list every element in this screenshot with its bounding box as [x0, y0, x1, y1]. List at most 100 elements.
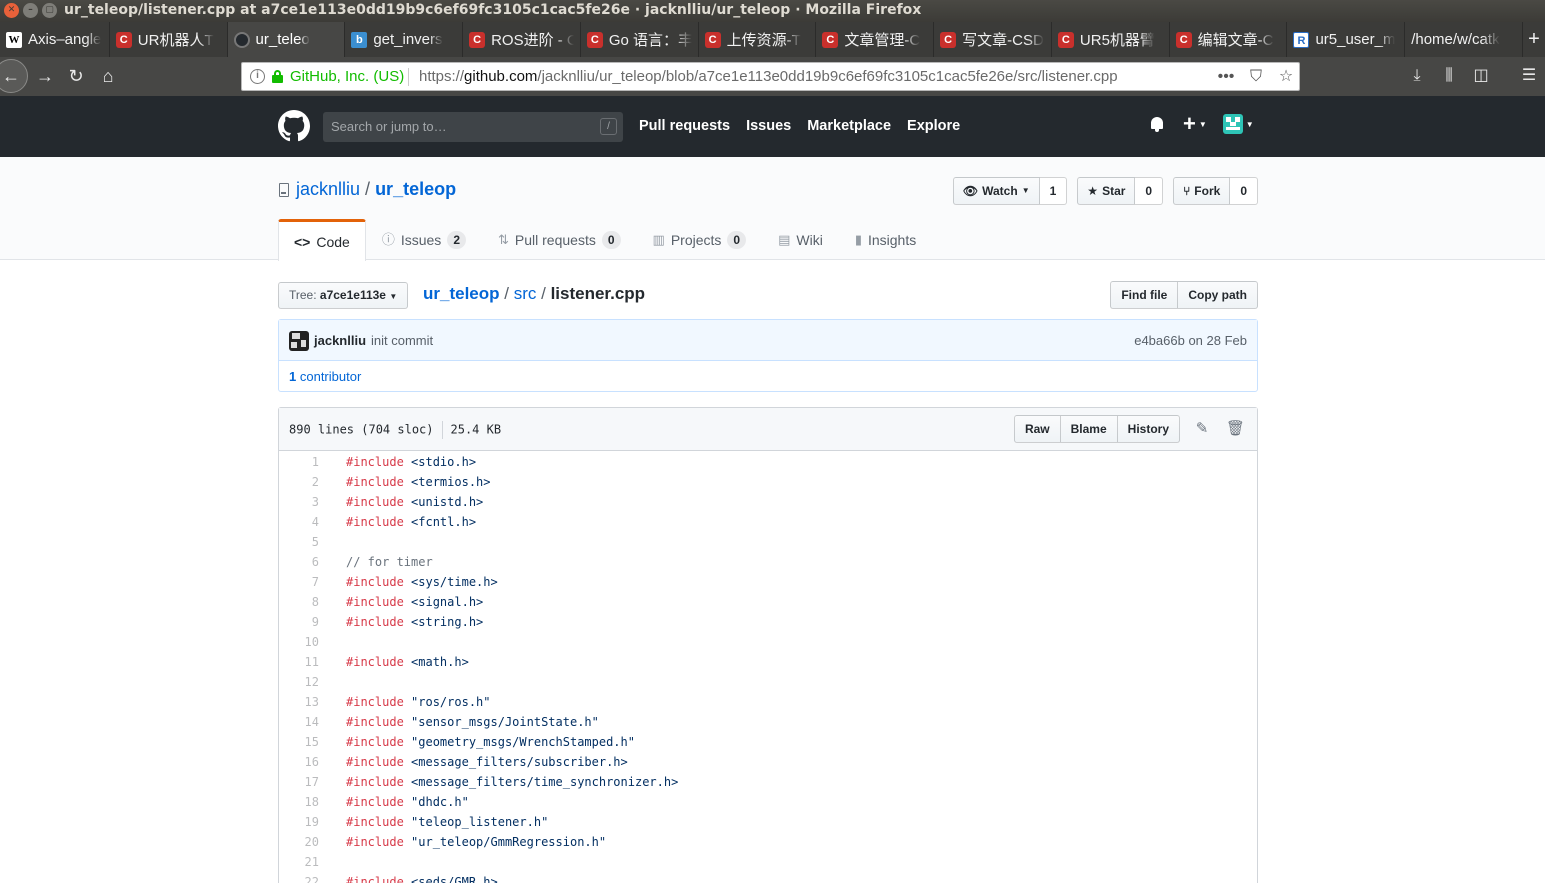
line-number[interactable]: 19 — [279, 812, 329, 832]
include-keyword: #include — [346, 575, 404, 589]
browser-tab-active[interactable]: ur_teleo — [227, 22, 346, 57]
raw-button[interactable]: Raw — [1013, 415, 1061, 443]
window-close-button[interactable]: ✕ — [4, 3, 19, 18]
line-number[interactable]: 14 — [279, 712, 329, 732]
browser-tab[interactable]: C UR机器人T — [110, 22, 228, 57]
repo-owner-link[interactable]: jacknlliu — [296, 179, 360, 199]
history-button[interactable]: History — [1116, 415, 1180, 443]
tab-insights[interactable]: ▮ Insights — [839, 219, 932, 260]
info-icon[interactable]: i — [250, 69, 265, 84]
pencil-icon[interactable]: ✎ — [1194, 421, 1210, 437]
address-bar[interactable]: i GitHub, Inc. (US) https://github.com/j… — [241, 62, 1300, 91]
nav-marketplace[interactable]: Marketplace — [807, 118, 891, 134]
notifications-bell-icon[interactable] — [1149, 115, 1165, 133]
line-number[interactable]: 9 — [279, 612, 329, 632]
watch-count[interactable]: 1 — [1039, 177, 1068, 205]
line-number[interactable]: 17 — [279, 772, 329, 792]
line-number[interactable]: 8 — [279, 592, 329, 612]
window-maximize-button[interactable]: ▢ — [42, 3, 57, 18]
url-text[interactable]: https://github.com/jacknlliu/ur_teleop/b… — [419, 68, 1118, 85]
browser-tab[interactable]: C Go 语言：丰 — [581, 22, 699, 57]
fork-button[interactable]: ⑂ Fork — [1173, 177, 1231, 205]
tab-pull-requests[interactable]: ⇅ Pull requests 0 — [482, 219, 637, 260]
new-tab-button[interactable]: + — [1523, 22, 1545, 57]
search-input[interactable]: Search or jump to… / — [323, 112, 623, 142]
browser-tab[interactable]: Rur5_user_m — [1287, 22, 1406, 57]
line-number[interactable]: 20 — [279, 832, 329, 852]
copy-path-button[interactable]: Copy path — [1178, 281, 1258, 309]
browser-tab[interactable]: C 编辑文章-C — [1170, 22, 1288, 57]
breadcrumb-src-link[interactable]: src — [514, 284, 537, 303]
github-logo-icon[interactable] — [278, 110, 310, 142]
author-avatar[interactable] — [289, 331, 309, 351]
find-file-button[interactable]: Find file — [1110, 281, 1179, 309]
tab-projects[interactable]: ▥ Projects 0 — [637, 219, 763, 260]
library-icon[interactable]: ⫼ — [1433, 61, 1465, 91]
commit-sha-date[interactable]: e4ba66b on 28 Feb — [1134, 333, 1247, 348]
site-identity[interactable]: GitHub, Inc. (US) — [290, 68, 404, 85]
pocket-icon[interactable]: ⛉ — [1247, 66, 1265, 88]
line-number[interactable]: 2 — [279, 472, 329, 492]
tab-issues[interactable]: ⓘ Issues 2 — [366, 219, 482, 260]
contributors-link[interactable]: 1 contributor — [289, 369, 361, 384]
forward-button[interactable]: → — [30, 61, 60, 91]
reload-button[interactable]: ↻ — [61, 61, 91, 91]
page-actions-icon[interactable]: ••• — [1217, 66, 1235, 88]
browser-tab[interactable]: C ROS进阶 - C — [463, 22, 581, 57]
browser-tab[interactable]: W Axis–angle — [0, 22, 110, 57]
bookmark-star-icon[interactable]: ☆ — [1277, 66, 1295, 88]
browser-tab[interactable]: C 文章管理-C — [816, 22, 935, 57]
line-number[interactable]: 21 — [279, 852, 329, 872]
line-number[interactable]: 15 — [279, 732, 329, 752]
line-number[interactable]: 6 — [279, 552, 329, 572]
browser-tab[interactable]: C 上传资源-T — [699, 22, 817, 57]
line-number[interactable]: 16 — [279, 752, 329, 772]
home-icon[interactable]: ⌂ — [93, 61, 123, 91]
chevron-down-icon[interactable]: ▼ — [1246, 120, 1254, 129]
tab-label: Code — [316, 233, 350, 250]
trash-icon[interactable]: 🗑 — [1226, 421, 1245, 437]
line-number[interactable]: 22 — [279, 872, 329, 883]
user-avatar[interactable] — [1222, 114, 1243, 134]
create-new-plus-icon[interactable]: + — [1183, 113, 1196, 135]
line-number[interactable]: 7 — [279, 572, 329, 592]
tab-code[interactable]: <> Code — [278, 219, 366, 261]
breadcrumb-repo-link[interactable]: ur_teleop — [423, 284, 500, 303]
line-number[interactable]: 12 — [279, 672, 329, 692]
browser-tab[interactable]: b get_invers — [345, 22, 464, 57]
line-source: #include <stdio.h> — [329, 452, 476, 472]
chevron-down-icon[interactable]: ▼ — [1199, 120, 1207, 129]
line-number[interactable]: 1 — [279, 452, 329, 472]
line-number[interactable]: 10 — [279, 632, 329, 652]
watch-button[interactable]: 👁 Watch ▼ — [952, 177, 1040, 205]
browser-tab[interactable]: C 写文章-CSD — [934, 22, 1052, 57]
menu-icon[interactable]: ☰ — [1513, 61, 1545, 91]
browser-tab[interactable]: C UR5机器臂 — [1052, 22, 1170, 57]
window-minimize-button[interactable]: – — [23, 3, 38, 18]
line-number[interactable]: 11 — [279, 652, 329, 672]
line-number[interactable]: 5 — [279, 532, 329, 552]
line-number[interactable]: 13 — [279, 692, 329, 712]
repo-name-link[interactable]: ur_teleop — [375, 179, 456, 199]
commit-author[interactable]: jacknlliu — [314, 333, 366, 348]
nav-pull-requests[interactable]: Pull requests — [639, 118, 730, 134]
line-number[interactable]: 4 — [279, 512, 329, 532]
tab-wiki[interactable]: ▤ Wiki — [762, 219, 839, 260]
star-count[interactable]: 0 — [1135, 177, 1164, 205]
line-number[interactable]: 18 — [279, 792, 329, 812]
sidebar-icon[interactable]: ◫ — [1465, 61, 1497, 91]
chevron-down-icon: ▼ — [1021, 186, 1030, 195]
include-keyword: #include — [346, 735, 404, 749]
fork-count[interactable]: 0 — [1230, 177, 1258, 205]
nav-explore[interactable]: Explore — [907, 118, 960, 134]
code-line: 18 #include "dhdc.h" — [279, 792, 1257, 812]
commit-message[interactable]: init commit — [371, 333, 433, 348]
branch-select-button[interactable]: Tree: a7ce1e113e ▼ — [278, 282, 409, 309]
nav-issues[interactable]: Issues — [746, 118, 791, 134]
downloads-icon[interactable]: ⤓ — [1401, 61, 1433, 91]
star-button[interactable]: ★ Star — [1077, 177, 1136, 205]
back-button[interactable]: ← — [0, 59, 28, 93]
line-number[interactable]: 3 — [279, 492, 329, 512]
browser-tab[interactable]: /home/w/catk — [1405, 22, 1523, 57]
blame-button[interactable]: Blame — [1059, 415, 1118, 443]
